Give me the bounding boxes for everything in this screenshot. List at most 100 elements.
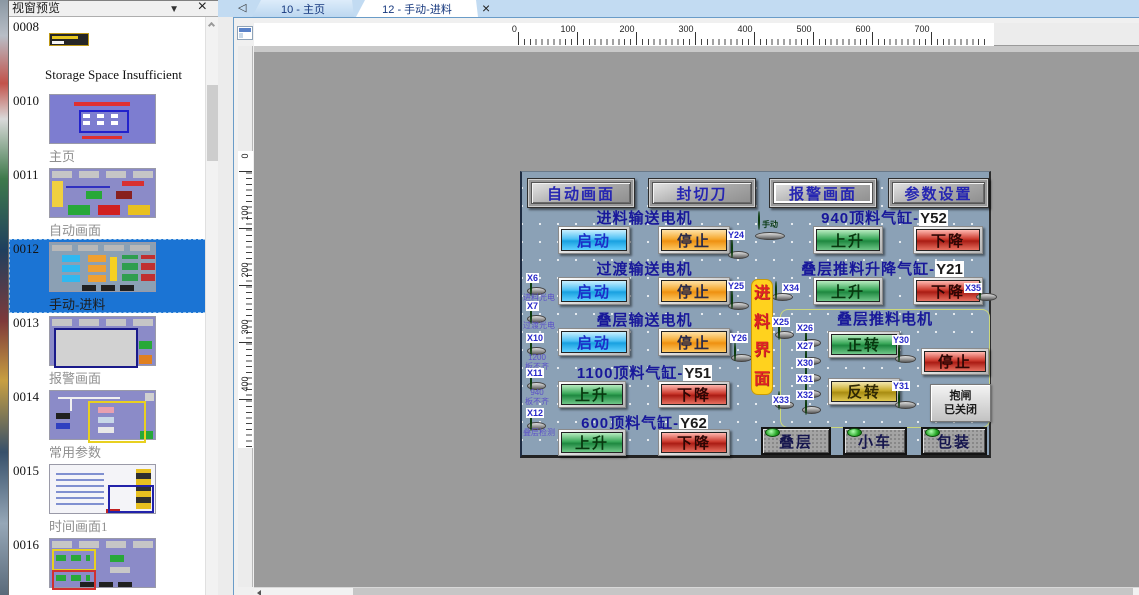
indicator-lamp-y25: Y25 (731, 291, 746, 306)
indicator-lamp-y30: Y30 (898, 344, 913, 359)
screen-number: 0011 (13, 167, 39, 183)
sensor-lamp-x11: X11 (530, 373, 543, 386)
cylinder-600-up-button[interactable]: 上升 (558, 429, 626, 456)
preview-panel-title: 视窗预览 (12, 1, 60, 15)
screen-number: 0013 (13, 315, 39, 331)
btn-packing-page[interactable]: 包装 (921, 427, 987, 455)
cylinder-600-down-button[interactable]: 下降 (658, 429, 730, 456)
sensor-lamp-x6: X6 (530, 278, 543, 291)
screen-item-0013[interactable]: 0013 报警画面 (9, 313, 206, 387)
screen-number: 0014 (13, 389, 39, 405)
screen-list: 0008 Storage Space Insufficient 0010 主页 … (9, 17, 206, 595)
dropdown-arrow-icon[interactable]: ▼ (169, 2, 179, 17)
cylinder-940-up-button[interactable]: 上升 (813, 226, 883, 254)
tab-home-screen[interactable]: 10 - 主页 (252, 0, 354, 17)
transition-motor-start-button[interactable]: 启动 (558, 277, 630, 305)
cylinder-940-down-button[interactable]: 下降 (913, 226, 983, 254)
screen-thumbnail-0015[interactable] (49, 464, 156, 514)
tab-label: 10 - 主页 (281, 1, 325, 17)
pusher-forward-button[interactable]: 正转 (828, 331, 900, 358)
manual-mode-lamp: 手动 (758, 212, 782, 236)
hmi-screen-canvas[interactable]: 自动画面 封切刀 报警画面 参数设置 进料输送电机 启动 停止 Y24 (520, 171, 991, 458)
ruler-origin-icon (237, 26, 253, 40)
screen-number: 0016 (13, 537, 39, 553)
tab-manual-feed-screen[interactable]: 12 - 手动-进料 (356, 0, 478, 17)
sensor-lamp-x7: X7 (530, 306, 543, 319)
btn-cart-page[interactable]: 小车 (843, 427, 907, 455)
page-margin (254, 46, 1139, 52)
btn-seal-knife[interactable]: 封切刀 (648, 178, 756, 208)
sensor-lamp-x10: X10 (530, 338, 543, 351)
screen-number: 0008 (13, 19, 39, 35)
screen-item-0010[interactable]: 0010 主页 (9, 91, 206, 165)
feed-motor-start-button[interactable]: 启动 (558, 226, 630, 254)
scroll-up-icon[interactable] (206, 17, 219, 32)
transition-motor-stop-button[interactable]: 停止 (658, 277, 730, 305)
sensor-lamp-x34: X34 (775, 282, 790, 297)
sensor-label: 940 (517, 388, 557, 397)
screen-caption: 自动画面 (49, 220, 101, 239)
screen-thumbnail-0016[interactable] (49, 538, 156, 588)
indicator-lamp-y31: Y31 (898, 390, 913, 405)
cylinder-1100-up-button[interactable]: 上升 (558, 381, 626, 408)
document-tab-bar: ◁ 10 - 主页 12 - 手动-进料 × (218, 0, 1139, 17)
sensor-label: 板不齐 (517, 397, 557, 406)
scrollbar-thumb[interactable] (353, 588, 1133, 595)
screen-item-0015[interactable]: 0015 时间画面1 (9, 461, 206, 535)
close-tab-icon[interactable]: × (482, 0, 490, 16)
btn-auto-screen[interactable]: 自动画面 (527, 178, 635, 208)
feed-motor-stop-button[interactable]: 停止 (658, 226, 730, 254)
screen-item-0014[interactable]: 0014 常用参数 (9, 387, 206, 461)
screen-thumbnail-0012[interactable] (49, 242, 156, 292)
vertical-ruler: 0 100 200 300 400 (238, 46, 253, 587)
feed-motor-title: 进料输送电机 (552, 210, 737, 227)
feed-interface-vertical-label: 进 料 界 面 (751, 279, 773, 395)
cylinder-1100-title: 1100顶料气缸-Y51 (552, 365, 737, 382)
scroll-left-icon[interactable] (257, 590, 261, 595)
close-panel-icon[interactable]: × (198, 0, 207, 14)
screen-thumbnail-0008[interactable] (49, 33, 89, 46)
transition-motor-title: 过渡输送电机 (552, 261, 737, 278)
design-workarea: 自动画面 封切刀 报警画面 参数设置 进料输送电机 启动 停止 Y24 (254, 46, 1139, 587)
screen-item-0016[interactable]: 0016 (9, 535, 206, 595)
stack-motor-stop-button[interactable]: 停止 (658, 328, 730, 356)
sensor-lamp-x33: X33 (778, 392, 791, 405)
screen-caption: 常用参数 (49, 442, 101, 461)
btn-param-settings[interactable]: 参数设置 (888, 178, 989, 208)
screen-thumbnail-0013[interactable] (49, 316, 156, 366)
screen-number: 0015 (13, 463, 39, 479)
stack-motor-title: 叠层输送电机 (552, 312, 737, 329)
screen-caption: 主页 (49, 146, 75, 165)
tab-scroll-left-icon[interactable]: ◁ (238, 1, 246, 14)
cylinder-1100-down-button[interactable]: 下降 (658, 381, 730, 408)
window-preview-panel: 视窗预览 ▼ × 0008 Storage Space Insufficient… (8, 0, 218, 595)
sensor-lamp-x25: X25 (778, 322, 791, 335)
pusher-motor-title: 叠层推料电机 (790, 311, 980, 328)
pusher-stop-button[interactable]: 停止 (921, 348, 989, 375)
pusher-lift-cylinder-title: 叠层推料升降气缸-Y21 (780, 261, 985, 278)
indicator-lamp-y26: Y26 (734, 343, 749, 358)
sensor-lamp-x35: X35 (979, 282, 994, 297)
screen-thumbnail-0011[interactable] (49, 168, 156, 218)
pusher-lift-up-button[interactable]: 上升 (813, 277, 883, 305)
horizontal-scrollbar[interactable] (254, 587, 1139, 595)
screen-caption: Storage Space Insufficient (45, 67, 182, 83)
sensor-lamp-x32: X32 (805, 397, 818, 410)
scrollbar-thumb[interactable] (207, 85, 218, 161)
screen-thumbnail-0014[interactable] (49, 390, 156, 440)
brake-status-button[interactable]: 抱闸 已关闭 (930, 384, 991, 422)
btn-stack-page[interactable]: 叠层 (761, 427, 831, 455)
pusher-reverse-button[interactable]: 反转 (828, 378, 900, 405)
preview-panel-header: 视窗预览 ▼ × (9, 0, 219, 17)
stack-motor-start-button[interactable]: 启动 (558, 328, 630, 356)
sidebar-scrollbar[interactable] (205, 17, 218, 595)
btn-alarm-screen[interactable]: 报警画面 (769, 178, 877, 208)
screen-thumbnail-0010[interactable] (49, 94, 156, 144)
sensor-lamp-x12: X12 (530, 413, 543, 426)
screen-item-0011[interactable]: 0011 自动画面 (9, 165, 206, 239)
hmi-editor-window: 视窗预览 ▼ × 0008 Storage Space Insufficient… (0, 0, 1139, 595)
indicator-lamp-y24: Y24 (731, 240, 746, 255)
screen-item-0008[interactable]: 0008 Storage Space Insufficient (9, 17, 206, 91)
screen-item-0012-selected[interactable]: 0012 手动-进料 (9, 239, 206, 313)
editor-area: 0 100 200 300 400 500 600 700 0 100 200 … (233, 17, 1139, 595)
